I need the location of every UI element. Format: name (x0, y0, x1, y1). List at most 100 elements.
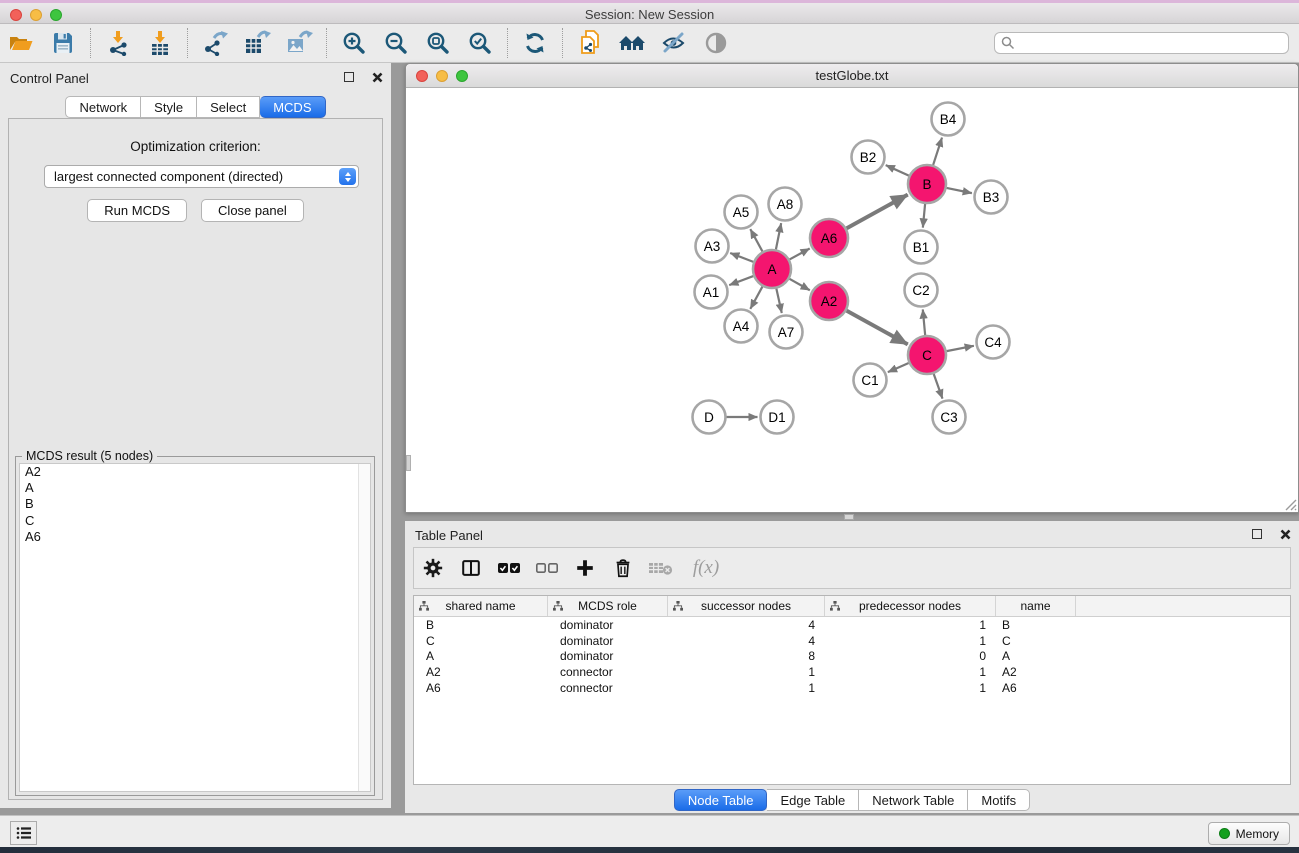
table-row[interactable]: A2connector11A2 (414, 664, 1290, 680)
control-panel: Control Panel NetworkStyleSelectMCDS Opt… (0, 63, 391, 808)
home-button[interactable] (611, 26, 653, 60)
mcds-result-item[interactable]: B (20, 496, 370, 512)
mcds-result-item[interactable]: A6 (20, 529, 370, 545)
zoom-out-button[interactable] (375, 26, 417, 60)
tab-select[interactable]: Select (197, 96, 260, 118)
unchecked-boxes-icon (535, 560, 559, 576)
graph-edge-C-C2[interactable] (923, 309, 925, 335)
export-table-icon (243, 30, 271, 56)
zoom-selected-button[interactable] (459, 26, 501, 60)
select-all-button[interactable] (490, 551, 528, 585)
close-panel-icon[interactable] (1280, 529, 1291, 540)
graph-edge-A2-C[interactable] (847, 311, 908, 345)
tab-edge-table[interactable]: Edge Table (767, 789, 859, 811)
mcds-result-list[interactable]: A2ABCA6 (19, 463, 371, 792)
show-column-button[interactable] (452, 551, 490, 585)
column-type-icon (419, 601, 429, 611)
table-row[interactable]: Cdominator41C (414, 633, 1290, 649)
table-row[interactable]: Bdominator41B (414, 617, 1290, 633)
function-builder-button[interactable]: f(x) (680, 551, 732, 585)
graph-edge-A-A8[interactable] (776, 223, 781, 249)
export-network-icon (201, 30, 229, 56)
eye-button[interactable] (695, 26, 737, 60)
memory-button[interactable]: Memory (1208, 822, 1290, 845)
graph-edge-A-A6[interactable] (790, 249, 810, 260)
tab-mcds[interactable]: MCDS (260, 96, 325, 118)
column-header-name[interactable]: name (996, 596, 1076, 616)
graph-edge-A-A2[interactable] (789, 279, 809, 290)
clone-network-button[interactable] (569, 26, 611, 60)
graph-edge-A6-B[interactable] (847, 195, 908, 229)
graph-edge-C-C4[interactable] (947, 346, 974, 351)
network-window-title: testGlobe.txt (406, 68, 1298, 83)
search-input[interactable] (994, 32, 1289, 54)
cell-predecessor-nodes: 1 (825, 665, 996, 679)
hide-visibility-button[interactable] (653, 26, 695, 60)
canvas-vscroll-thumb[interactable] (406, 455, 411, 471)
close-panel-icon[interactable] (372, 72, 383, 83)
show-panels-button[interactable] (10, 821, 37, 845)
delete-table-button[interactable] (642, 551, 680, 585)
float-panel-icon[interactable] (344, 72, 354, 82)
tab-style[interactable]: Style (141, 96, 197, 118)
import-network-icon (105, 30, 131, 56)
graph-edge-A-A3[interactable] (730, 253, 753, 262)
save-session-button[interactable] (42, 26, 84, 60)
float-panel-icon[interactable] (1252, 529, 1262, 539)
import-table-button[interactable] (139, 26, 181, 60)
column-header-shared-name[interactable]: shared name (414, 596, 548, 616)
desktop-wallpaper (0, 847, 1299, 853)
export-network-button[interactable] (194, 26, 236, 60)
graph-node-label-A7: A7 (778, 325, 795, 340)
column-header-MCDS-role[interactable]: MCDS role (548, 596, 668, 616)
graph-edge-B-B1[interactable] (923, 204, 925, 228)
mcds-result-item[interactable]: A2 (20, 464, 370, 480)
delete-column-button[interactable] (604, 551, 642, 585)
optimization-criterion-select[interactable]: largest connected component (directed) (44, 165, 359, 188)
export-image-button[interactable] (278, 26, 320, 60)
toolbar-separator (187, 28, 188, 58)
network-canvas[interactable]: B4B2BB3A5A8A6A3B1AA1C2A2A4A7C4CC1C3DD1 (406, 88, 1298, 512)
export-table-button[interactable] (236, 26, 278, 60)
graph-edge-B-B2[interactable] (886, 165, 909, 176)
zoom-in-button[interactable] (333, 26, 375, 60)
graph-edge-C-C3[interactable] (934, 374, 943, 399)
graph-edge-B-B4[interactable] (933, 138, 942, 165)
graph-node-label-A4: A4 (733, 319, 750, 334)
tab-motifs[interactable]: Motifs (968, 789, 1030, 811)
graph-edge-B-B3[interactable] (947, 188, 972, 193)
table-row[interactable]: Adominator80A (414, 649, 1290, 665)
scrollbar-track[interactable] (358, 464, 370, 791)
mcds-result-item[interactable]: A (20, 480, 370, 496)
tab-network[interactable]: Network (65, 96, 141, 118)
mcds-result-item[interactable]: C (20, 513, 370, 529)
graph-edge-C-C1[interactable] (888, 363, 909, 372)
network-window-titlebar[interactable]: testGlobe.txt (406, 64, 1298, 88)
graph-edge-A-A7[interactable] (776, 289, 781, 313)
column-header-successor-nodes[interactable]: successor nodes (668, 596, 825, 616)
graph-edge-A-A5[interactable] (750, 229, 762, 251)
table-row[interactable]: A6connector11A6 (414, 680, 1290, 696)
tab-network-table[interactable]: Network Table (859, 789, 968, 811)
toolbar-separator (90, 28, 91, 58)
refresh-button[interactable] (514, 26, 556, 60)
close-panel-button[interactable]: Close panel (201, 199, 304, 222)
tab-node-table[interactable]: Node Table (674, 789, 768, 811)
open-file-button[interactable] (0, 26, 42, 60)
zoom-out-icon (383, 30, 409, 56)
cell-name: A6 (996, 681, 1076, 695)
graph-edge-A-A1[interactable] (729, 276, 753, 285)
cell-shared-name: B (414, 618, 548, 632)
import-network-button[interactable] (97, 26, 139, 60)
run-mcds-button[interactable]: Run MCDS (87, 199, 187, 222)
zoom-fit-button[interactable] (417, 26, 459, 60)
graph-edge-A-A4[interactable] (750, 287, 762, 309)
deselect-all-button[interactable] (528, 551, 566, 585)
app-root: { "window": { "title": "Session: New Ses… (0, 0, 1299, 853)
columns-icon (460, 557, 482, 579)
resize-grip-icon[interactable] (1283, 497, 1297, 511)
table-settings-button[interactable] (414, 551, 452, 585)
column-header-predecessor-nodes[interactable]: predecessor nodes (825, 596, 996, 616)
add-column-button[interactable] (566, 551, 604, 585)
split-pane-handle[interactable] (844, 514, 854, 520)
